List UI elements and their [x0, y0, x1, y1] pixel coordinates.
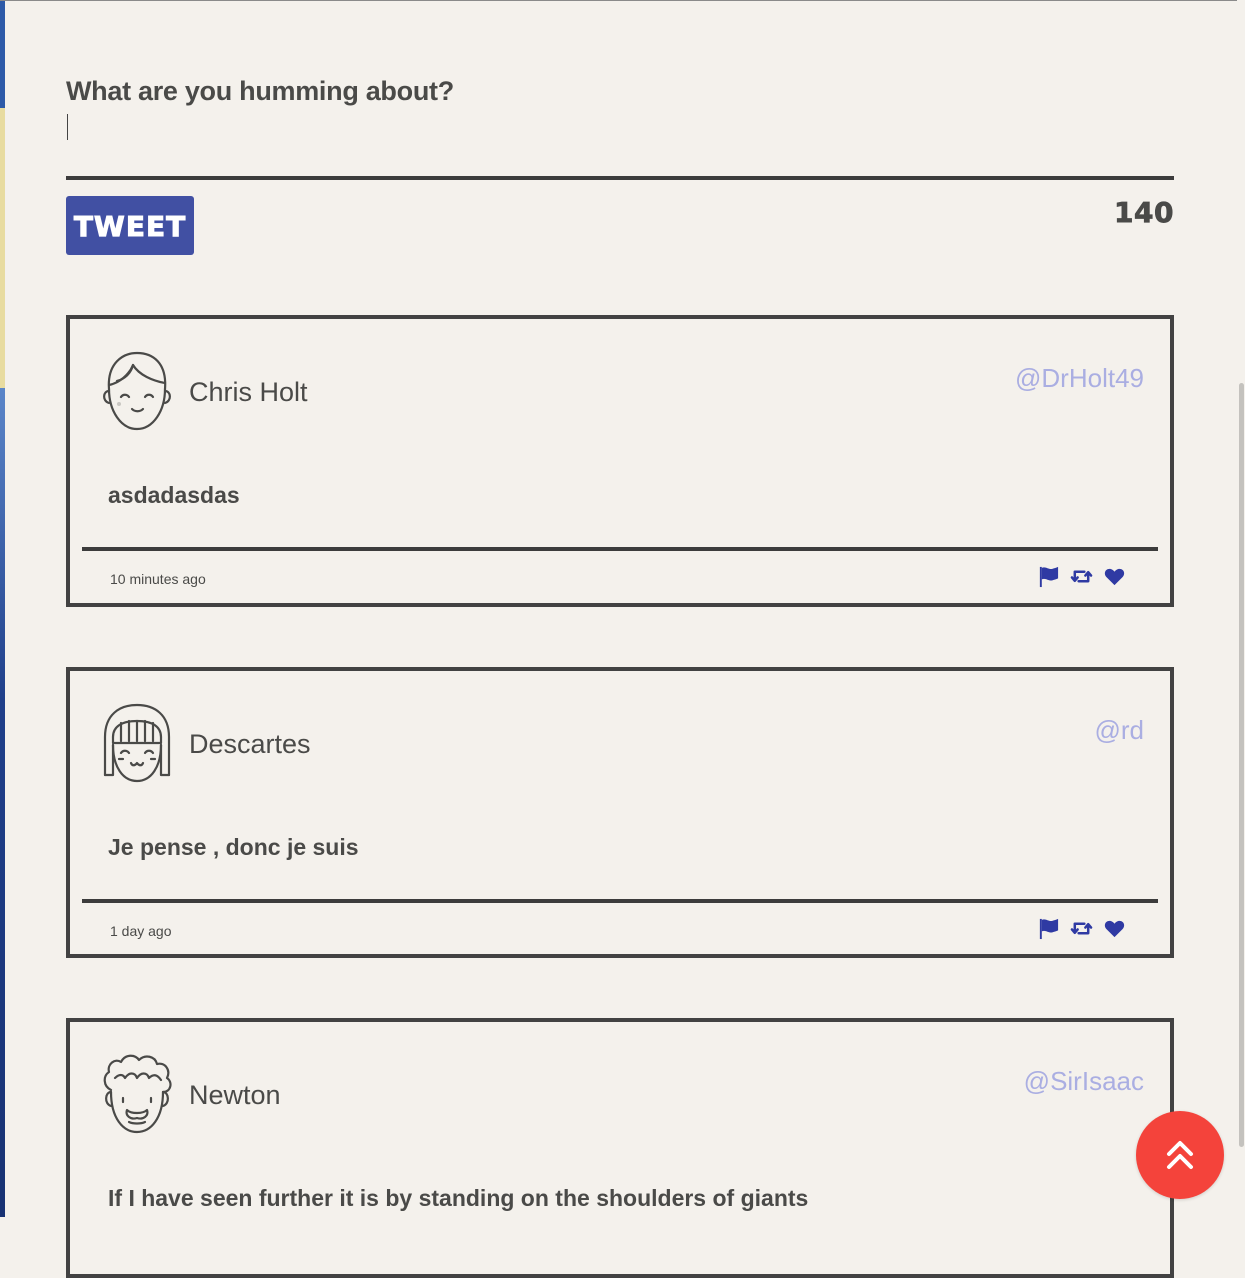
tweet-text: asdadasdas — [108, 482, 240, 508]
heart-icon[interactable] — [1103, 917, 1126, 940]
tweet-timestamp: 1 day ago — [110, 923, 172, 939]
tweet-button[interactable]: TWEET — [66, 196, 194, 255]
user-handle[interactable]: @SirIsaac — [1024, 1066, 1144, 1097]
tweet-text-input[interactable] — [66, 112, 1174, 172]
flag-icon[interactable] — [1037, 917, 1060, 940]
character-counter: 140 — [1114, 196, 1174, 230]
user-name[interactable]: Descartes — [189, 729, 311, 760]
background-window-edge — [0, 0, 5, 1217]
user-handle[interactable]: @rd — [1094, 715, 1144, 746]
scrollbar[interactable] — [1237, 0, 1245, 1217]
text-caret — [67, 114, 68, 140]
boy-face-icon — [99, 349, 175, 433]
retweet-icon[interactable] — [1070, 565, 1093, 588]
user-handle[interactable]: @DrHolt49 — [1015, 363, 1144, 394]
user-name[interactable]: Newton — [189, 1080, 281, 1111]
tweet-text: Je pense , donc je suis — [108, 834, 359, 860]
tweet-timestamp: 10 minutes ago — [110, 571, 206, 587]
tweet-divider — [82, 899, 1158, 903]
tweet-card: Newton @SirIsaac If I have seen further … — [66, 1018, 1174, 1278]
tweet-actions — [1037, 917, 1126, 940]
retweet-icon[interactable] — [1070, 917, 1093, 940]
flag-icon[interactable] — [1037, 565, 1060, 588]
user-name[interactable]: Chris Holt — [189, 377, 308, 408]
scrollbar-thumb[interactable] — [1239, 383, 1244, 1147]
tweet-card: Chris Holt @DrHolt49 asdadasdas 10 minut… — [66, 315, 1174, 607]
curly-hair-face-icon — [99, 1052, 175, 1136]
composer-underline — [66, 176, 1174, 180]
girl-bangs-face-icon — [99, 701, 175, 785]
scroll-to-top-button[interactable] — [1136, 1111, 1224, 1199]
tweet-actions — [1037, 565, 1126, 588]
double-chevron-up-icon — [1165, 1138, 1195, 1172]
tweet-card: Descartes @rd Je pense , donc je suis 1 … — [66, 667, 1174, 958]
heart-icon[interactable] — [1103, 565, 1126, 588]
tweet-divider — [82, 547, 1158, 551]
tweet-text: If I have seen further it is by standing… — [108, 1185, 809, 1211]
composer-label: What are you humming about? — [66, 76, 454, 106]
window-top-border — [0, 0, 1245, 1]
